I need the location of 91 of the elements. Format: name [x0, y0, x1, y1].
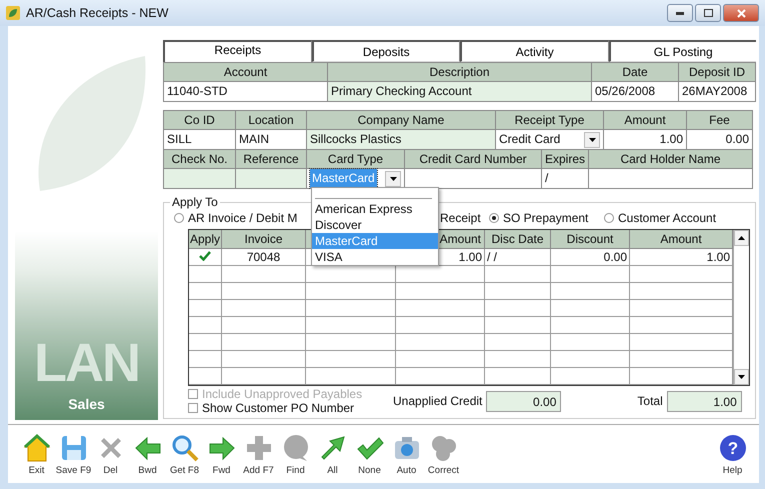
scroll-up-icon — [738, 236, 745, 240]
table-cell — [189, 368, 222, 385]
toolbar-button[interactable]: None — [351, 432, 388, 476]
table-cell — [485, 283, 551, 300]
table-cell: 0.00 — [551, 249, 630, 266]
toolbar-button[interactable]: Fwd — [203, 432, 240, 476]
search-icon — [170, 432, 200, 462]
checkmark-icon — [199, 251, 211, 261]
table-cell — [189, 317, 222, 334]
column-header: Apply — [189, 230, 222, 249]
table-cell — [485, 334, 551, 351]
table-cell — [485, 266, 551, 283]
checkbox[interactable]: Show Customer PO Number — [188, 401, 393, 415]
column-header: Fee — [687, 111, 753, 130]
logo-text: LAN — [34, 336, 139, 390]
toolbar-button[interactable]: All — [314, 432, 351, 476]
field-label: Unapplied Credit — [393, 394, 482, 408]
input-field[interactable]: Sillcocks Plastics — [307, 130, 496, 150]
maximize-button[interactable] — [695, 4, 721, 22]
toolbar-button[interactable]: Bwd — [129, 432, 166, 476]
minimize-icon — [676, 12, 684, 14]
column-header: Disc Date — [485, 230, 551, 249]
tab[interactable]: Activity — [460, 40, 608, 62]
radio-button[interactable]: SO Prepayment — [489, 211, 604, 225]
dropdown-option[interactable]: American Express — [312, 201, 438, 217]
tab[interactable]: Receipts — [163, 40, 312, 62]
dropdown-option[interactable]: Discover — [312, 217, 438, 233]
column-header: Card Holder Name — [589, 150, 753, 169]
input-field[interactable] — [589, 169, 753, 189]
input-field[interactable]: Primary Checking Account — [328, 82, 592, 102]
column-header: Discount — [551, 230, 630, 249]
input-field[interactable]: 26MAY2008 — [679, 82, 756, 102]
column-header: Expires — [542, 150, 589, 169]
group-title: Apply To — [171, 195, 219, 209]
toolbar-button[interactable]: Exit — [18, 432, 55, 476]
close-button[interactable] — [723, 4, 759, 22]
house-icon — [22, 432, 52, 462]
toolbar-button[interactable]: Get F8 — [166, 432, 203, 476]
column-header: Company Name — [307, 111, 496, 130]
input-field[interactable] — [236, 169, 307, 189]
table-cell: 70048 — [222, 249, 306, 266]
leaf-app-icon — [6, 6, 20, 20]
input-field[interactable] — [164, 169, 236, 189]
question-mark-icon: ? — [718, 432, 748, 462]
table-cell — [485, 351, 551, 368]
input-field[interactable]: 11040-STD — [164, 82, 328, 102]
table-cell — [485, 300, 551, 317]
column-header: Check No. — [164, 150, 236, 169]
dropdown-arrow-icon — [588, 138, 596, 142]
scroll-down-icon — [738, 375, 745, 379]
table-cell — [189, 300, 222, 317]
dropdown-arrow-icon — [390, 176, 396, 180]
scrollbar[interactable] — [733, 230, 749, 385]
total-field: 1.00 — [666, 390, 742, 412]
close-icon — [736, 8, 746, 18]
column-header: Amount — [604, 111, 687, 130]
table-cell — [189, 334, 222, 351]
column-header: Location — [236, 111, 307, 130]
radio-button[interactable]: Customer Account — [604, 211, 734, 225]
maximize-icon — [704, 9, 712, 17]
table-cell — [189, 283, 222, 300]
table-cell — [189, 266, 222, 283]
column-header: Description — [328, 63, 592, 82]
table-cell — [189, 351, 222, 368]
tab[interactable]: Deposits — [312, 40, 460, 62]
column-header: Reference — [236, 150, 307, 169]
field-label: Total — [637, 394, 663, 408]
column-header: Credit Card Number — [405, 150, 542, 169]
column-header: Co ID — [164, 111, 236, 130]
column-header: Card Type — [307, 150, 405, 169]
column-header: Receipt Type — [496, 111, 604, 130]
apply-checkbox[interactable] — [189, 249, 222, 266]
minimize-button[interactable] — [667, 4, 693, 22]
toolbar-button[interactable]: Save F9 — [55, 432, 92, 476]
column-header: Account — [164, 63, 328, 82]
column-header: Date — [592, 63, 679, 82]
table-cell — [485, 317, 551, 334]
unapplied-credit-field: 0.00 — [486, 390, 562, 412]
column-header: Invoice — [222, 230, 306, 249]
window-title: AR/Cash Receipts - NEW — [26, 6, 168, 20]
input-field[interactable]: 05/26/2008 — [592, 82, 679, 102]
input-field[interactable]: / — [542, 169, 589, 189]
module-label: Sales — [68, 396, 105, 412]
help-button[interactable]: ? Help — [714, 432, 751, 476]
tab[interactable]: GL Posting — [608, 40, 756, 62]
option-label[interactable]: Receipt — [440, 211, 481, 225]
column-header: Amount — [630, 230, 733, 249]
column-header: Deposit ID — [679, 63, 756, 82]
table-cell: / / — [485, 249, 551, 266]
toolbar-button[interactable]: Auto — [388, 432, 425, 476]
table-cell — [485, 368, 551, 385]
